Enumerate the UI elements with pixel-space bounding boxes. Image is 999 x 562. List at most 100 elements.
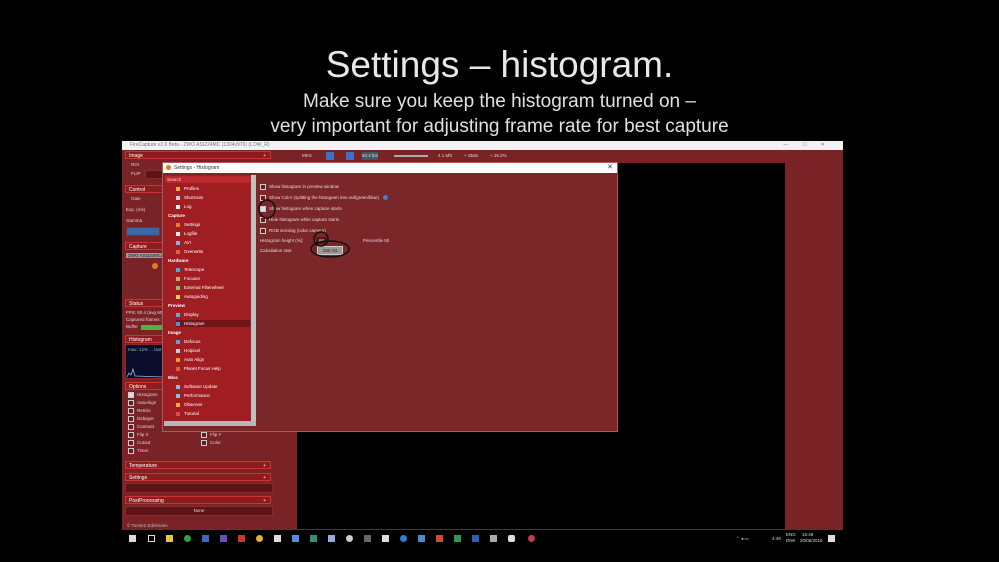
close-window-button[interactable]: ✕	[821, 142, 839, 148]
tree-item-logfile[interactable]: Logfile	[176, 230, 250, 237]
observer-icon	[176, 402, 180, 407]
tray-date[interactable]: 20/05/2018	[800, 538, 823, 543]
tree-item-observer[interactable]: Observer	[176, 401, 250, 408]
tree-item-telescope[interactable]: Telescope	[176, 266, 250, 273]
search-input[interactable]: Search	[165, 176, 251, 183]
autoguiding-icon	[176, 294, 180, 299]
image-panel-header[interactable]: Image +	[125, 151, 271, 159]
app-icon-8[interactable]	[328, 535, 335, 542]
tree-item-hotpixel[interactable]: Hotpixel	[176, 347, 250, 354]
tree-category-preview[interactable]: Preview	[168, 302, 185, 309]
tree-vertical-scrollbar[interactable]	[251, 175, 256, 421]
app-icon-6[interactable]	[292, 535, 299, 542]
tree-item-avi[interactable]: AVI	[176, 239, 250, 246]
settings-panel-header[interactable]: Settings +	[125, 473, 271, 481]
tree-item-focuser[interactable]: Focuser	[176, 275, 250, 282]
app-icon-3[interactable]	[238, 535, 245, 542]
file-explorer-icon[interactable]	[166, 535, 173, 542]
option-rgb-sensing[interactable]: RGB sensing (color camera)	[260, 227, 326, 234]
maximize-button[interactable]: ☐	[802, 142, 820, 148]
app-icon-5[interactable]	[274, 535, 281, 542]
tree-item-defocus[interactable]: Defocus	[176, 338, 250, 345]
start-icon[interactable]	[129, 535, 136, 542]
option-autoalign[interactable]: AutoAlign	[128, 400, 156, 406]
word-icon[interactable]	[472, 535, 479, 542]
auto-align-icon	[176, 357, 180, 362]
roi-label: ROI	[131, 162, 140, 167]
option-debayer[interactable]: Debayer	[128, 416, 154, 422]
tree-item-settings[interactable]: Settings	[176, 221, 250, 228]
app-icon-14[interactable]	[490, 535, 497, 542]
tree-item-autoguiding[interactable]: Autoguiding	[176, 293, 250, 300]
app-icon-10[interactable]	[364, 535, 371, 542]
notifications-icon[interactable]	[828, 535, 835, 542]
chrome-icon[interactable]	[184, 535, 191, 542]
app-icon-13[interactable]	[418, 535, 425, 542]
tree-horizontal-scrollbar[interactable]	[164, 421, 256, 426]
tree-item-software-update[interactable]: Software Update	[176, 383, 250, 390]
tree-item-profiles[interactable]: Profiles	[176, 185, 250, 192]
tree-item-shortcuts[interactable]: Shortcuts	[176, 194, 250, 201]
toolbar-item-mks[interactable]: MKS	[302, 152, 312, 160]
tree-item-external-filterwheel[interactable]: External Filterwheel	[176, 284, 250, 291]
app-icon-7[interactable]	[310, 535, 317, 542]
excel-icon[interactable]	[454, 535, 461, 542]
tree-category-image[interactable]: Image	[168, 329, 181, 336]
option-contrast[interactable]: Contrast	[128, 424, 154, 430]
window-controls[interactable]: —☐✕	[783, 141, 839, 150]
option-flip-y[interactable]: Flip Y	[201, 432, 221, 438]
tree-item-tutorial[interactable]: Tutorial	[176, 410, 250, 417]
option-histogram[interactable]: Histogram	[128, 392, 158, 398]
app-icon-1[interactable]	[202, 535, 209, 542]
app-icon-15[interactable]	[508, 535, 515, 542]
tree-item-label: AVI	[184, 240, 191, 245]
app-icon	[166, 165, 171, 170]
gamma-label: Gamma	[126, 218, 143, 223]
grid-icon[interactable]	[346, 152, 354, 160]
tree-category-capture[interactable]: Capture	[168, 212, 185, 219]
settings-shortcut-bar[interactable]	[125, 483, 273, 493]
calculation-rate-select[interactable]: 100 ms	[317, 246, 343, 255]
option-show-on-capture[interactable]: Show histogram when capture starts	[260, 205, 342, 212]
tree-item-overwrite[interactable]: Overwrite	[176, 248, 250, 255]
option-reticle[interactable]: Reticle	[128, 408, 151, 414]
exposure-slider[interactable]	[394, 155, 428, 157]
option-show-color[interactable]: Show Color (splitting the histogram into…	[260, 194, 389, 201]
option-timer[interactable]: Timer	[128, 448, 148, 454]
zoom-icon[interactable]	[326, 152, 334, 160]
postprocessing-panel-header[interactable]: PostProcessing +	[125, 496, 271, 504]
tree-item-planet-focus-help[interactable]: Planet Focus Help	[176, 365, 250, 372]
option-show-in-preview[interactable]: Show histogram in preview window	[260, 183, 339, 190]
dialog-close-icon[interactable]: ✕	[607, 163, 613, 173]
tree-item-performance[interactable]: Performance	[176, 392, 250, 399]
system-tray-icons[interactable]: ⌃ ◂ ▭	[736, 536, 749, 542]
task-view-icon[interactable]	[148, 535, 155, 542]
app-icon-12[interactable]	[400, 535, 407, 542]
more-button[interactable]	[126, 227, 160, 236]
tray-region[interactable]: DNK	[786, 538, 796, 543]
tree-category-misc[interactable]: Misc	[168, 374, 178, 381]
tree-item-log[interactable]: Log	[176, 203, 250, 210]
app-icon-4[interactable]	[256, 535, 263, 542]
tray-time[interactable]: 15:49	[802, 532, 813, 537]
histogram-height-spinner[interactable]: 60	[316, 237, 328, 244]
temperature-panel-header[interactable]: Temperature +	[125, 461, 271, 469]
option-hide-on-capture[interactable]: Hide histogram while capture starts	[260, 216, 339, 223]
firecapture-taskbar-icon[interactable]	[528, 535, 535, 542]
capture-start-icon[interactable]	[152, 263, 158, 269]
tree-category-hardware[interactable]: Hardware	[168, 257, 189, 264]
postprocessing-select[interactable]: None	[125, 506, 273, 516]
tree-item-auto-align[interactable]: Auto Align	[176, 356, 250, 363]
option-flip-x[interactable]: Flip X	[128, 432, 149, 438]
minimize-button[interactable]: —	[783, 142, 802, 148]
app-icon-11[interactable]	[382, 535, 389, 542]
buffer-bar	[141, 325, 163, 330]
tree-item-display[interactable]: Display	[176, 311, 250, 318]
powerpoint-icon[interactable]	[436, 535, 443, 542]
app-icon-9[interactable]	[346, 535, 353, 542]
tree-item-histogram[interactable]: Histogram	[176, 320, 250, 327]
app-icon-2[interactable]	[220, 535, 227, 542]
option-cutout[interactable]: Cutout	[128, 440, 150, 446]
tray-language[interactable]: ENG	[786, 532, 796, 537]
option-color[interactable]: Color	[201, 440, 221, 446]
